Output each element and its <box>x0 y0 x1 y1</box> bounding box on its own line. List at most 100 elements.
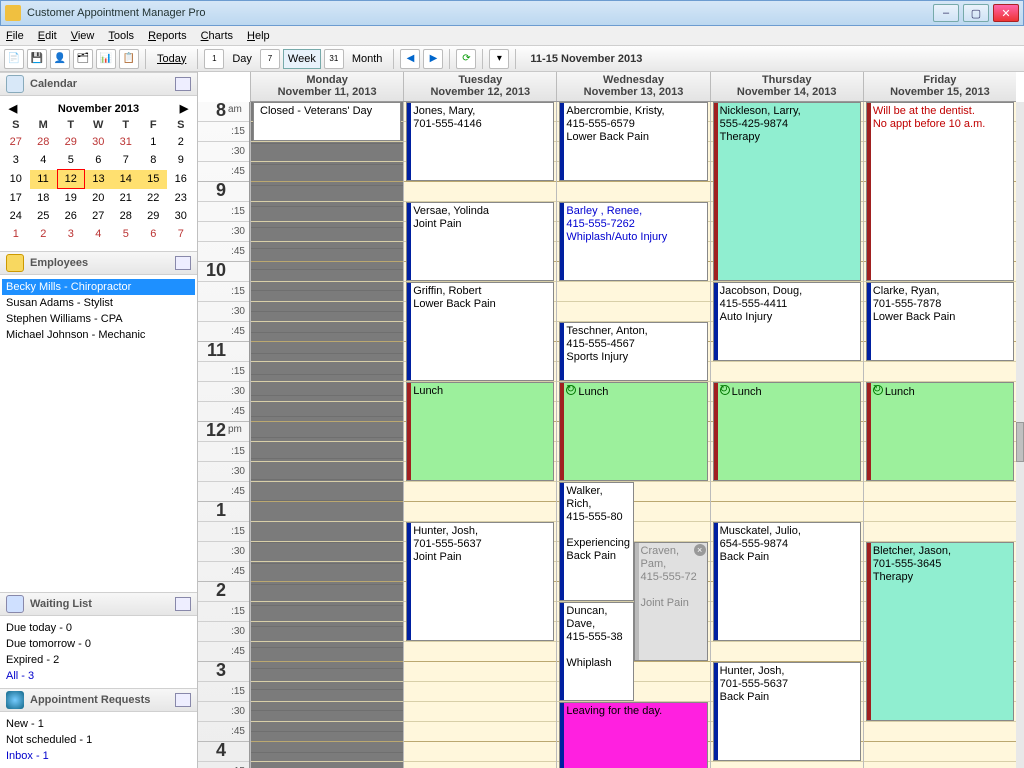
menu-tools[interactable]: Tools <box>108 30 134 42</box>
appointment[interactable]: Duncan, Dave,415-555-38Whiplash <box>559 602 633 701</box>
employee-item[interactable]: Stephen Williams - CPA <box>2 311 195 327</box>
minical-day[interactable]: 4 <box>30 151 58 170</box>
minical-day[interactable]: 27 <box>85 207 113 225</box>
day-column[interactable]: Abercrombie, Kristy,415-555-6579Lower Ba… <box>556 102 709 768</box>
employee-item[interactable]: Susan Adams - Stylist <box>2 295 195 311</box>
calendar-grid[interactable]: Closed - Veterans' DayJones, Mary,701-55… <box>250 102 1016 768</box>
employee-item[interactable]: Becky Mills - Chiropractor <box>2 279 195 295</box>
employee-item[interactable]: Michael Johnson - Mechanic <box>2 327 195 343</box>
toolbar-btn-3[interactable]: 👤 <box>50 49 70 69</box>
minical-day[interactable]: 2 <box>30 225 58 243</box>
maximize-button[interactable]: ▢ <box>963 4 989 22</box>
minical-grid[interactable]: SMTWTFS272829303112345678910111213141516… <box>2 117 195 243</box>
menu-reports[interactable]: Reports <box>148 30 187 42</box>
nav-prev-icon[interactable]: ◀ <box>400 49 420 69</box>
closed-note[interactable]: Closed - Veterans' Day <box>253 102 401 141</box>
employees-toggle-icon[interactable] <box>175 256 191 270</box>
minical-day[interactable]: 4 <box>85 225 113 243</box>
minical-day[interactable]: 3 <box>2 151 30 170</box>
minical-day[interactable]: 6 <box>85 151 113 170</box>
day-header[interactable]: ThursdayNovember 14, 2013 <box>710 72 863 101</box>
scrollbar-thumb[interactable] <box>1016 422 1024 462</box>
minical-day[interactable]: 23 <box>167 189 195 208</box>
appointment[interactable]: Lunch <box>559 382 707 481</box>
minical-next[interactable]: ▶ <box>177 102 191 115</box>
minical-day[interactable]: 1 <box>2 225 30 243</box>
toolbar-btn-2[interactable]: 💾 <box>27 49 47 69</box>
view-month[interactable]: Month <box>347 49 388 69</box>
minical-day[interactable]: 18 <box>30 189 58 208</box>
waiting-toggle-icon[interactable] <box>175 597 191 611</box>
minical-day[interactable]: 28 <box>30 133 58 151</box>
appointment[interactable]: Griffin, RobertLower Back Pain <box>406 282 554 381</box>
minical-day[interactable]: 28 <box>112 207 140 225</box>
menu-view[interactable]: View <box>71 30 95 42</box>
nav-next-icon[interactable]: ▶ <box>423 49 443 69</box>
appointment[interactable]: Musckatel, Julio,654-555-9874Back Pain <box>713 522 861 641</box>
calendar-toggle-icon[interactable] <box>175 77 191 91</box>
view-week[interactable]: Week <box>283 49 321 69</box>
appointment[interactable]: Clarke, Ryan,701-555-7878Lower Back Pain <box>866 282 1014 361</box>
minical-day[interactable]: 17 <box>2 189 30 208</box>
menu-edit[interactable]: Edit <box>38 30 57 42</box>
list-item[interactable]: New - 1 <box>6 716 191 732</box>
minical-day[interactable]: 16 <box>167 170 195 189</box>
view-day[interactable]: Day <box>227 49 257 69</box>
close-button[interactable]: ✕ <box>993 4 1019 22</box>
minical-day[interactable]: 3 <box>57 225 85 243</box>
toolbar-btn-5[interactable]: 📊 <box>96 49 116 69</box>
appointment[interactable]: Teschner, Anton,415-555-4567Sports Injur… <box>559 322 707 381</box>
minical-day[interactable]: 13 <box>85 170 113 189</box>
toolbar-btn-6[interactable]: 📋 <box>119 49 139 69</box>
day-header[interactable]: MondayNovember 11, 2013 <box>250 72 403 101</box>
vertical-scrollbar[interactable] <box>1016 102 1024 768</box>
minical-day[interactable]: 9 <box>167 151 195 170</box>
minical-day[interactable]: 1 <box>140 133 168 151</box>
toolbar-today[interactable]: Today <box>152 49 191 69</box>
list-item[interactable]: Expired - 2 <box>6 652 191 668</box>
toolbar-btn-4[interactable]: 🗂 <box>73 49 93 69</box>
minical-day[interactable]: 15 <box>140 170 168 189</box>
minical-day[interactable]: 21 <box>112 189 140 208</box>
close-icon[interactable]: × <box>694 544 706 556</box>
requests-section-header[interactable]: Appointment Requests <box>0 688 197 712</box>
day-header[interactable]: TuesdayNovember 12, 2013 <box>403 72 556 101</box>
minical-day[interactable]: 26 <box>57 207 85 225</box>
appointment[interactable]: Lunch <box>406 382 554 481</box>
minical-day[interactable]: 11 <box>30 170 58 189</box>
requests-toggle-icon[interactable] <box>175 693 191 707</box>
day-column[interactable]: Will be at the dentist.No appt before 10… <box>863 102 1016 768</box>
list-item[interactable]: Inbox - 1 <box>6 748 191 764</box>
week-icon[interactable]: 7 <box>260 49 280 69</box>
minical-day[interactable]: 25 <box>30 207 58 225</box>
appointment[interactable]: Bletcher, Jason,701-555-3645Therapy <box>866 542 1014 721</box>
minical-day[interactable]: 7 <box>167 225 195 243</box>
minical-day[interactable]: 30 <box>85 133 113 151</box>
employees-section-header[interactable]: Employees <box>0 251 197 275</box>
waiting-section-header[interactable]: Waiting List <box>0 592 197 616</box>
minical-day[interactable]: 31 <box>112 133 140 151</box>
appointment[interactable]: Lunch <box>713 382 861 481</box>
minical-day[interactable]: 14 <box>112 170 140 189</box>
minical-day[interactable]: 29 <box>140 207 168 225</box>
list-item[interactable]: Due tomorrow - 0 <box>6 636 191 652</box>
minical-day[interactable]: 5 <box>112 225 140 243</box>
minical-day[interactable]: 7 <box>112 151 140 170</box>
minical-day[interactable]: 2 <box>167 133 195 151</box>
calendar-section-header[interactable]: Calendar <box>0 72 197 96</box>
minical-day[interactable]: 19 <box>57 189 85 208</box>
day-column[interactable]: Jones, Mary,701-555-4146 Versae, YolindaJ… <box>403 102 556 768</box>
appointment[interactable]: Leaving for the day. <box>559 702 707 768</box>
filter-icon[interactable]: ▾ <box>489 49 509 69</box>
list-item[interactable]: Due today - 0 <box>6 620 191 636</box>
minical-day[interactable]: 27 <box>2 133 30 151</box>
minical-day[interactable]: 8 <box>140 151 168 170</box>
appointment[interactable]: Lunch <box>866 382 1014 481</box>
day-column[interactable]: Nickleson, Larry,555-425-9874TherapyJaco… <box>710 102 863 768</box>
appointment[interactable]: Versae, YolindaJoint Pain <box>406 202 554 281</box>
menu-help[interactable]: Help <box>247 30 270 42</box>
appointment[interactable]: Jones, Mary,701-555-4146 <box>406 102 554 181</box>
day-icon[interactable]: 1 <box>204 49 224 69</box>
minical-prev[interactable]: ◀ <box>6 102 20 115</box>
menu-file[interactable]: File <box>6 30 24 42</box>
